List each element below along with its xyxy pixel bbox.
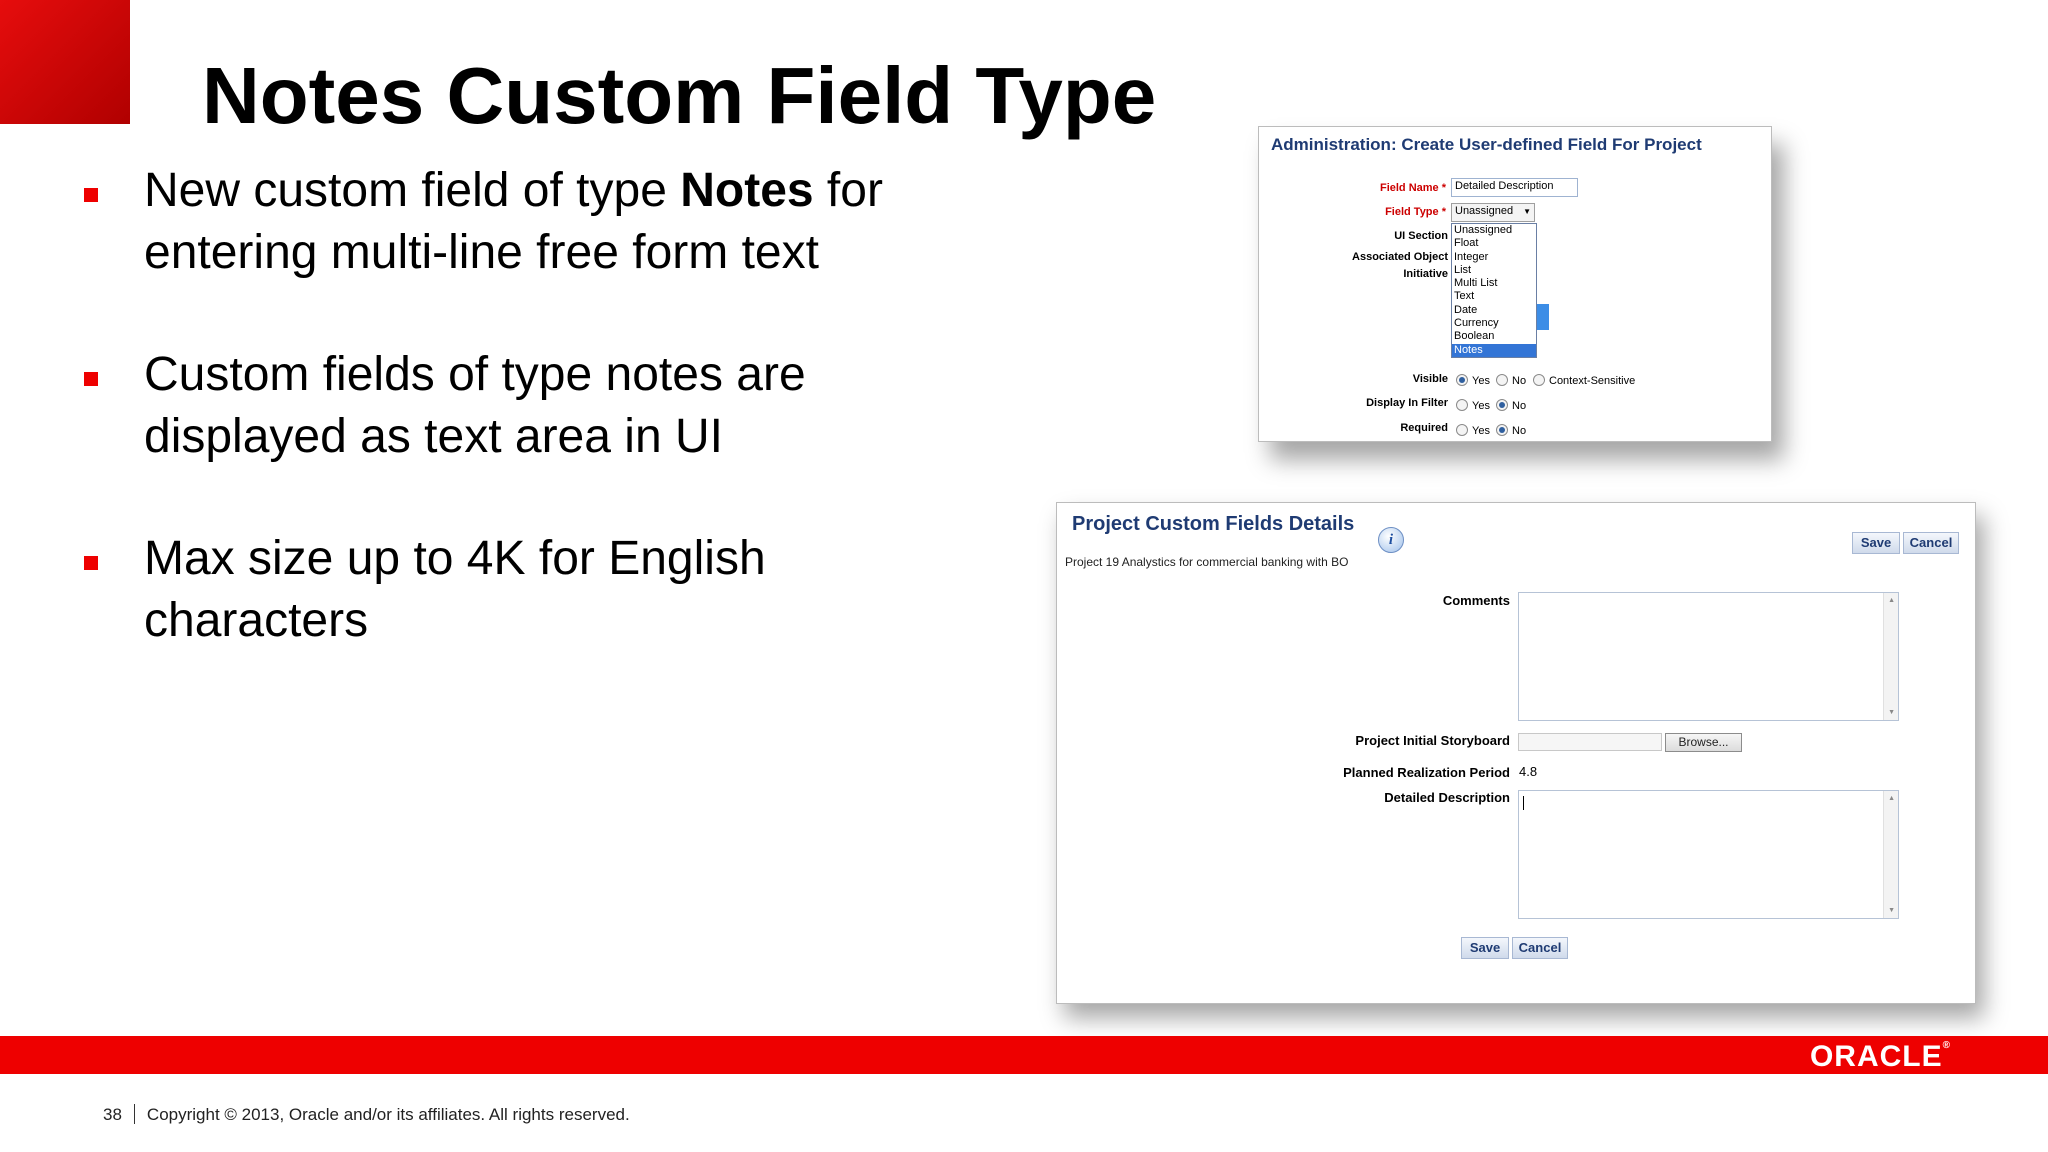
footer-copyright: 38 Copyright © 2013, Oracle and/or its af… [103, 1104, 630, 1125]
radio-icon [1496, 399, 1508, 411]
radio-icon [1456, 399, 1468, 411]
project-dialog-title: Project Custom Fields Details [1072, 513, 1355, 535]
dropdown-option[interactable]: Multi List [1452, 277, 1536, 290]
field-type-dropdown[interactable]: Unassigned Float Integer List Multi List… [1451, 223, 1537, 358]
browse-button[interactable]: Browse... [1665, 733, 1742, 752]
required-label: Required [1400, 422, 1448, 434]
bullet-item: New custom field of type Notes for enter… [80, 160, 980, 284]
project-dialog: Project Custom Fields Details i Project … [1056, 502, 1976, 1004]
bullet-marker [84, 556, 98, 570]
scroll-down-icon[interactable]: ▼ [1888, 907, 1895, 914]
dropdown-option[interactable]: List [1452, 264, 1536, 277]
save-button[interactable]: Save [1852, 532, 1900, 554]
field-type-select[interactable]: Unassigned ▼ [1451, 203, 1535, 222]
bullet-item: Custom fields of type notes are displaye… [80, 344, 980, 468]
dropdown-option[interactable]: Integer [1452, 251, 1536, 264]
cancel-button[interactable]: Cancel [1903, 532, 1959, 554]
slide-title: Notes Custom Field Type [202, 51, 1157, 140]
storyboard-label: Project Initial Storyboard [1355, 733, 1510, 748]
field-type-label: Field Type * [1385, 206, 1446, 218]
scrollbar[interactable]: ▲ ▼ [1883, 593, 1898, 720]
scroll-down-icon[interactable]: ▼ [1888, 709, 1895, 716]
scroll-up-icon[interactable]: ▲ [1888, 597, 1895, 604]
bullet-text: Max size up to 4K for English characters [144, 532, 766, 647]
dropdown-option[interactable]: Currency [1452, 317, 1536, 330]
info-icon[interactable]: i [1378, 527, 1404, 553]
planned-realization-label: Planned Realization Period [1343, 765, 1510, 780]
page-number: 38 [103, 1105, 122, 1124]
dropdown-option-selected[interactable]: Notes [1452, 343, 1536, 357]
chevron-down-icon: ▼ [1523, 207, 1531, 216]
initiative-label: Initiative [1403, 268, 1448, 280]
bullet-marker [84, 372, 98, 386]
field-name-label: Field Name * [1379, 182, 1446, 194]
required-no-radio[interactable]: No [1496, 424, 1526, 437]
filter-yes-radio[interactable]: Yes [1456, 399, 1490, 412]
visible-yes-radio[interactable]: Yes [1456, 374, 1490, 387]
bullet-text: Custom fields of type notes are displaye… [144, 348, 806, 463]
display-in-filter-label: Display In Filter [1366, 397, 1448, 409]
field-name-input[interactable]: Detailed Description [1451, 178, 1578, 197]
comments-textarea[interactable]: ▲ ▼ [1518, 592, 1899, 721]
oracle-logo: ORACLE® [1809, 1040, 1951, 1073]
radio-icon [1456, 424, 1468, 436]
bullet-bold-text: Notes [680, 164, 814, 217]
dropdown-option[interactable]: Unassigned [1452, 224, 1536, 237]
radio-icon [1533, 374, 1545, 386]
ui-section-label: UI Section [1394, 230, 1448, 242]
bullet-marker [84, 188, 98, 202]
dropdown-option[interactable]: Text [1452, 290, 1536, 303]
admin-dialog-title: Administration: Create User-defined Fiel… [1271, 135, 1702, 154]
dropdown-option[interactable]: Boolean [1452, 330, 1536, 343]
save-button-bottom[interactable]: Save [1461, 937, 1509, 959]
text-cursor [1523, 796, 1524, 810]
dropdown-option[interactable]: Float [1452, 237, 1536, 250]
field-type-value: Unassigned [1455, 205, 1514, 217]
detailed-description-label: Detailed Description [1384, 790, 1510, 805]
cancel-button-bottom[interactable]: Cancel [1512, 937, 1568, 959]
filter-no-radio[interactable]: No [1496, 399, 1526, 412]
visible-no-radio[interactable]: No [1496, 374, 1526, 387]
project-subtitle: Project 19 Analystics for commercial ban… [1065, 555, 1349, 569]
bullet-list: New custom field of type Notes for enter… [80, 160, 980, 712]
context-sensitive-radio[interactable]: Context-Sensitive [1533, 374, 1635, 387]
detailed-description-textarea[interactable]: ▲ ▼ [1518, 790, 1899, 919]
associated-object-label: Associated Object [1352, 251, 1448, 263]
radio-icon [1456, 374, 1468, 386]
comments-label: Comments [1442, 593, 1510, 608]
selection-highlight [1535, 304, 1549, 330]
planned-realization-value: 4.8 [1519, 764, 1538, 779]
radio-icon [1496, 424, 1508, 436]
copyright-text: Copyright © 2013, Oracle and/or its affi… [146, 1105, 630, 1124]
corner-accent [0, 0, 130, 124]
dropdown-option[interactable]: Date [1452, 304, 1536, 317]
required-yes-radio[interactable]: Yes [1456, 424, 1490, 437]
storyboard-file-input[interactable] [1518, 733, 1662, 751]
footer-red-bar [0, 1036, 2048, 1074]
scrollbar[interactable]: ▲ ▼ [1883, 791, 1898, 918]
scroll-up-icon[interactable]: ▲ [1888, 795, 1895, 802]
bullet-text: New custom field of type [144, 164, 681, 217]
bullet-item: Max size up to 4K for English characters [80, 528, 980, 652]
visible-label: Visible [1412, 373, 1448, 385]
footer-divider [133, 1104, 135, 1124]
radio-icon [1496, 374, 1508, 386]
